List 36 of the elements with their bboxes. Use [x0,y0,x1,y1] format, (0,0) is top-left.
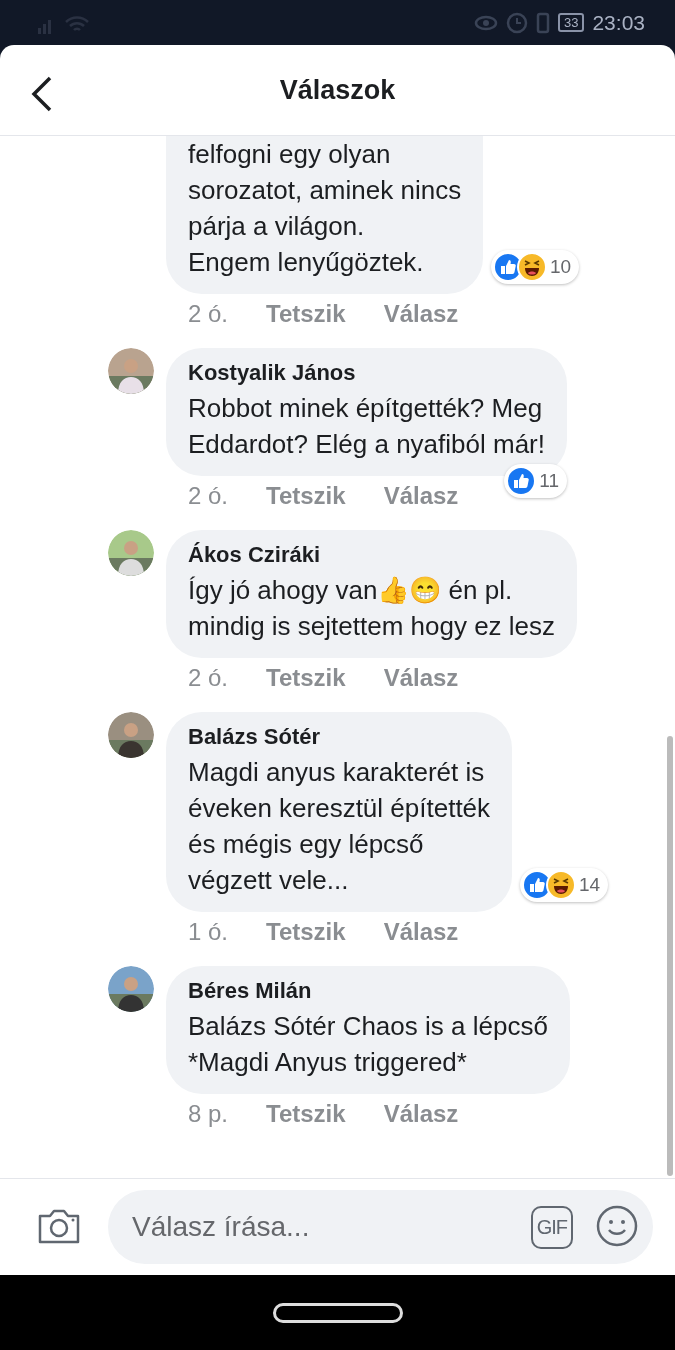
comment-text: Így jó ahogy van👍😁 én pl. mindig is sejtettem hogy ez lesz [188,574,556,643]
comment-time: 1 ó. [188,918,229,946]
reaction-summary[interactable]: 11 [504,464,567,498]
comment-author[interactable]: Béres Milán [188,978,548,1004]
comment-time: 2 ó. [188,482,229,510]
comment-time: 2 ó. [188,300,229,328]
vibrate-icon [535,11,550,34]
reaction-summary[interactable]: 14 [519,868,609,902]
reply-link[interactable]: Válasz [383,1100,459,1128]
reaction-summary[interactable]: 10 [491,250,580,284]
gif-button[interactable]: GIF [530,1205,573,1249]
page-title: Válaszok [279,74,396,106]
like-link[interactable]: Tetszik [266,918,346,946]
reply-link[interactable]: Válasz [383,482,459,510]
alarm-icon [505,11,528,34]
like-link[interactable]: Tetszik [266,300,346,328]
comment-text: Balázs Sótér Chaos is a lépcső *Magdi Anyus triggered* [188,1010,548,1079]
battery-level: 33 [557,13,585,32]
comment-author[interactable]: Kostyalik János [188,360,545,386]
reply-link[interactable]: Válasz [383,300,459,328]
reply-link[interactable]: Válasz [383,918,459,946]
comment-author[interactable]: Ákos Cziráki [188,542,556,568]
reply-input-field[interactable]: Válasz írása... GIF [108,1190,653,1264]
scrollbar[interactable] [667,736,673,1176]
comment-text: Magdi anyus karakterét is éveken keresztül építették és mégis egy lépcső végzett vele... [188,756,491,897]
like-link[interactable]: Tetszik [266,1100,346,1128]
home-bar[interactable] [272,1302,403,1323]
like-link[interactable]: Tetszik [266,482,346,510]
like-link[interactable]: Tetszik [266,664,346,692]
clock-time: 23:03 [592,10,645,35]
comment-time: 8 p. [188,1100,229,1128]
comment-author[interactable]: Balázs Sótér [188,724,491,750]
reply-link[interactable]: Válasz [383,664,459,692]
comment-text: Robbot minek építgették? Meg Eddardot? Elég a nyafiból már! [188,392,545,461]
comment-time: 2 ó. [188,664,229,692]
comment-text: felfogni egy olyan sorozatot, aminek nincs párja a világon. Engem lenyűgöztek. [188,138,462,279]
